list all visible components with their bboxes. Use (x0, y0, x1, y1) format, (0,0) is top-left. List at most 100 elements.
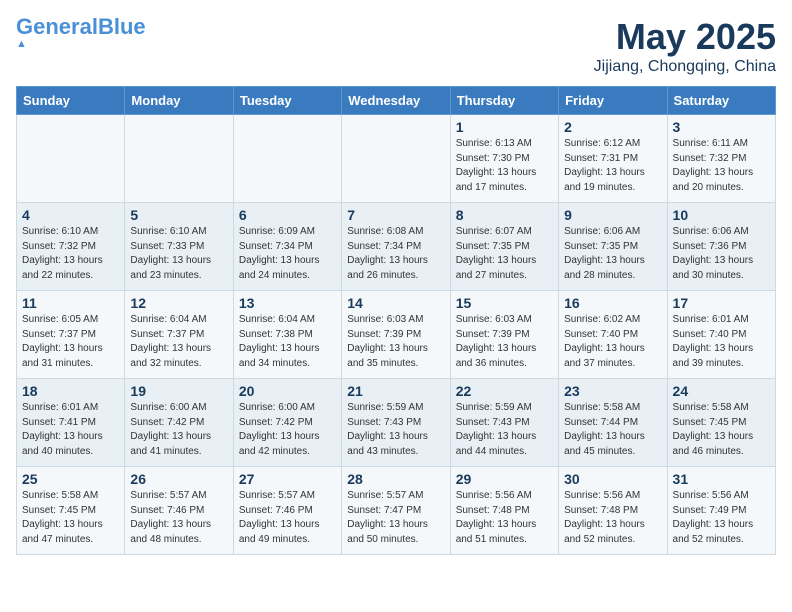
day-number: 18 (22, 383, 119, 399)
day-cell: 17Sunrise: 6:01 AM Sunset: 7:40 PM Dayli… (667, 291, 775, 379)
day-cell: 12 Sunrise: 6:04 AM Sunset: 7:37 PM Dayli… (125, 291, 233, 379)
day-cell: 24Sunrise: 5:58 AM Sunset: 7:45 PM Dayli… (667, 379, 775, 467)
day-cell: 6 Sunrise: 6:09 AM Sunset: 7:34 PM Daylig… (233, 203, 341, 291)
day-number: 19 (130, 383, 227, 399)
day-number: 22 (456, 383, 553, 399)
day-info: Sunrise: 6:06 AM Sunset: 7:35 PM Dayligh… (564, 225, 661, 283)
day-info: Sunrise: 6:00 AM Sunset: 7:42 PM Dayligh… (239, 401, 336, 459)
day-cell: 18Sunrise: 6:01 AM Sunset: 7:41 PM Dayli… (17, 379, 125, 467)
day-info: Sunrise: 5:57 AM Sunset: 7:47 PM Dayligh… (347, 489, 444, 547)
day-number: 27 (239, 471, 336, 487)
day-number: 26 (130, 471, 227, 487)
day-cell: 28 Sunrise: 5:57 AM Sunset: 7:47 PM Dayli… (342, 467, 450, 555)
day-info: Sunrise: 6:04 AM Sunset: 7:37 PM Dayligh… (130, 313, 227, 371)
weekday-header-saturday: Saturday (667, 87, 775, 115)
day-number: 8 (456, 207, 553, 223)
day-cell: 8Sunrise: 6:07 AM Sunset: 7:35 PM Daylig… (450, 203, 558, 291)
day-info: Sunrise: 6:08 AM Sunset: 7:34 PM Dayligh… (347, 225, 444, 283)
logo: GeneralBlue ▲ (16, 16, 146, 50)
day-cell: 29 Sunrise: 5:56 AM Sunset: 7:48 PM Dayli… (450, 467, 558, 555)
day-number: 4 (22, 207, 119, 223)
week-row-1: 1Sunrise: 6:13 AM Sunset: 7:30 PM Daylig… (17, 115, 776, 203)
day-cell: 23 Sunrise: 5:58 AM Sunset: 7:44 PM Dayli… (559, 379, 667, 467)
day-cell: 21 Sunrise: 5:59 AM Sunset: 7:43 PM Dayli… (342, 379, 450, 467)
day-cell: 11 Sunrise: 6:05 AM Sunset: 7:37 PM Dayli… (17, 291, 125, 379)
day-cell: 2Sunrise: 6:12 AM Sunset: 7:31 PM Daylig… (559, 115, 667, 203)
week-row-4: 18Sunrise: 6:01 AM Sunset: 7:41 PM Dayli… (17, 379, 776, 467)
weekday-header-friday: Friday (559, 87, 667, 115)
day-number: 28 (347, 471, 444, 487)
day-number: 13 (239, 295, 336, 311)
logo-blue: Blue (98, 14, 146, 39)
day-cell: 13Sunrise: 6:04 AM Sunset: 7:38 PM Dayli… (233, 291, 341, 379)
day-number: 14 (347, 295, 444, 311)
day-number: 5 (130, 207, 227, 223)
day-info: Sunrise: 6:03 AM Sunset: 7:39 PM Dayligh… (347, 313, 444, 371)
day-cell: 26 Sunrise: 5:57 AM Sunset: 7:46 PM Dayli… (125, 467, 233, 555)
day-info: Sunrise: 6:09 AM Sunset: 7:34 PM Dayligh… (239, 225, 336, 283)
day-number: 9 (564, 207, 661, 223)
day-cell: 16 Sunrise: 6:02 AM Sunset: 7:40 PM Dayli… (559, 291, 667, 379)
day-number: 23 (564, 383, 661, 399)
day-cell: 7 Sunrise: 6:08 AM Sunset: 7:34 PM Daylig… (342, 203, 450, 291)
day-cell: 20Sunrise: 6:00 AM Sunset: 7:42 PM Dayli… (233, 379, 341, 467)
day-info: Sunrise: 6:13 AM Sunset: 7:30 PM Dayligh… (456, 137, 553, 195)
week-row-3: 11 Sunrise: 6:05 AM Sunset: 7:37 PM Dayli… (17, 291, 776, 379)
day-info: Sunrise: 6:11 AM Sunset: 7:32 PM Dayligh… (673, 137, 770, 195)
day-info: Sunrise: 6:00 AM Sunset: 7:42 PM Dayligh… (130, 401, 227, 459)
day-number: 29 (456, 471, 553, 487)
day-number: 15 (456, 295, 553, 311)
day-info: Sunrise: 5:58 AM Sunset: 7:45 PM Dayligh… (22, 489, 119, 547)
day-number: 30 (564, 471, 661, 487)
day-info: Sunrise: 5:56 AM Sunset: 7:48 PM Dayligh… (456, 489, 553, 547)
day-cell (233, 115, 341, 203)
day-cell: 15Sunrise: 6:03 AM Sunset: 7:39 PM Dayli… (450, 291, 558, 379)
weekday-header-row: SundayMondayTuesdayWednesdayThursdayFrid… (17, 87, 776, 115)
weekday-header-tuesday: Tuesday (233, 87, 341, 115)
day-info: Sunrise: 6:10 AM Sunset: 7:32 PM Dayligh… (22, 225, 119, 283)
day-number: 21 (347, 383, 444, 399)
weekday-header-sunday: Sunday (17, 87, 125, 115)
day-cell: 22 Sunrise: 5:59 AM Sunset: 7:43 PM Dayli… (450, 379, 558, 467)
day-cell (17, 115, 125, 203)
day-info: Sunrise: 5:56 AM Sunset: 7:48 PM Dayligh… (564, 489, 661, 547)
day-info: Sunrise: 5:57 AM Sunset: 7:46 PM Dayligh… (130, 489, 227, 547)
day-cell: 3 Sunrise: 6:11 AM Sunset: 7:32 PM Daylig… (667, 115, 775, 203)
day-number: 7 (347, 207, 444, 223)
day-number: 10 (673, 207, 770, 223)
calendar-table: SundayMondayTuesdayWednesdayThursdayFrid… (16, 86, 776, 555)
day-info: Sunrise: 5:59 AM Sunset: 7:43 PM Dayligh… (456, 401, 553, 459)
day-number: 2 (564, 119, 661, 135)
day-info: Sunrise: 6:10 AM Sunset: 7:33 PM Dayligh… (130, 225, 227, 283)
weekday-header-thursday: Thursday (450, 87, 558, 115)
day-info: Sunrise: 5:58 AM Sunset: 7:44 PM Dayligh… (564, 401, 661, 459)
day-number: 3 (673, 119, 770, 135)
day-info: Sunrise: 6:05 AM Sunset: 7:37 PM Dayligh… (22, 313, 119, 371)
day-cell: 4 Sunrise: 6:10 AM Sunset: 7:32 PM Daylig… (17, 203, 125, 291)
month-title: May 2025 (594, 16, 776, 58)
day-cell: 31 Sunrise: 5:56 AM Sunset: 7:49 PM Dayli… (667, 467, 775, 555)
day-number: 6 (239, 207, 336, 223)
day-number: 25 (22, 471, 119, 487)
day-info: Sunrise: 5:59 AM Sunset: 7:43 PM Dayligh… (347, 401, 444, 459)
day-info: Sunrise: 5:56 AM Sunset: 7:49 PM Dayligh… (673, 489, 770, 547)
day-cell: 9 Sunrise: 6:06 AM Sunset: 7:35 PM Daylig… (559, 203, 667, 291)
day-cell: 25 Sunrise: 5:58 AM Sunset: 7:45 PM Dayli… (17, 467, 125, 555)
day-cell: 5 Sunrise: 6:10 AM Sunset: 7:33 PM Daylig… (125, 203, 233, 291)
day-cell (342, 115, 450, 203)
weekday-header-wednesday: Wednesday (342, 87, 450, 115)
day-number: 31 (673, 471, 770, 487)
day-number: 12 (130, 295, 227, 311)
week-row-2: 4 Sunrise: 6:10 AM Sunset: 7:32 PM Daylig… (17, 203, 776, 291)
day-number: 11 (22, 295, 119, 311)
calendar-header: GeneralBlue ▲ May 2025 Jijiang, Chongqin… (16, 16, 776, 76)
location: Jijiang, Chongqing, China (594, 58, 776, 76)
weekday-header-monday: Monday (125, 87, 233, 115)
title-area: May 2025 Jijiang, Chongqing, China (594, 16, 776, 76)
logo-tagline: ▲ (16, 38, 28, 50)
day-cell: 10Sunrise: 6:06 AM Sunset: 7:36 PM Dayli… (667, 203, 775, 291)
day-number: 16 (564, 295, 661, 311)
day-cell (125, 115, 233, 203)
day-cell: 30 Sunrise: 5:56 AM Sunset: 7:48 PM Dayli… (559, 467, 667, 555)
day-info: Sunrise: 6:02 AM Sunset: 7:40 PM Dayligh… (564, 313, 661, 371)
